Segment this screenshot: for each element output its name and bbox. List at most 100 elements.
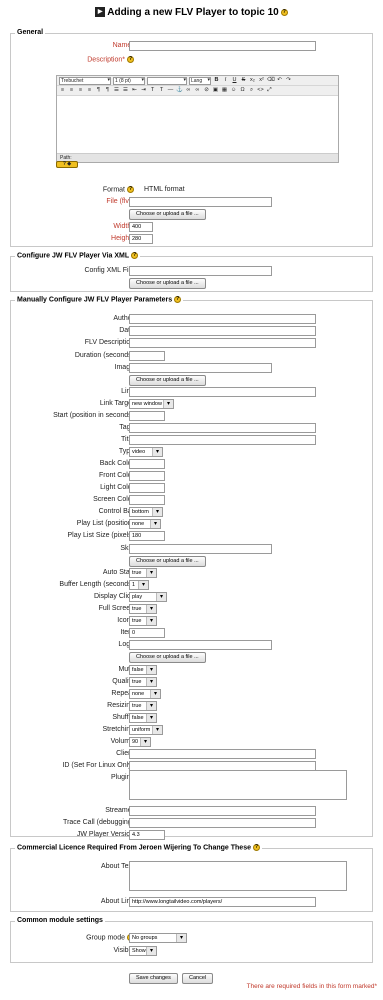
underline-icon[interactable]: U — [231, 77, 238, 84]
cancel-button[interactable]: Cancel — [182, 973, 214, 984]
play-list-size-input[interactable]: 180 — [129, 531, 165, 541]
rtl-icon[interactable]: ¶ — [104, 87, 111, 94]
name-input[interactable] — [129, 41, 316, 51]
jw-version-input[interactable]: 4.3 — [129, 830, 165, 840]
help-icon[interactable]: ? — [252, 844, 260, 851]
quality-select[interactable]: true — [129, 677, 157, 687]
config-xml-input[interactable] — [129, 266, 272, 276]
fullscreen-icon[interactable]: ⤢ — [266, 87, 273, 94]
icons-select[interactable]: true — [129, 616, 157, 626]
back-color-input[interactable] — [129, 459, 165, 469]
ltr-icon[interactable]: ¶ — [95, 87, 102, 94]
tags-input[interactable] — [129, 423, 316, 433]
logo-input[interactable] — [129, 640, 272, 650]
size-select[interactable]: 1 (8 pt) — [113, 76, 145, 85]
bold-icon[interactable]: B — [213, 77, 220, 84]
ordered-list-icon[interactable]: ☰ — [113, 87, 120, 94]
choose-file-button[interactable]: Choose or upload a file ... — [129, 209, 206, 220]
front-color-input[interactable] — [129, 471, 165, 481]
special-char-icon[interactable]: Ω — [239, 87, 246, 94]
choose-image-button[interactable]: Choose or upload a file ... — [129, 375, 206, 386]
play-list-position-select[interactable]: none — [129, 519, 161, 529]
stretching-select[interactable]: uniform — [129, 725, 163, 735]
volume-select[interactable]: 90 — [129, 737, 151, 747]
clean-icon[interactable]: ⌫ — [267, 77, 275, 84]
item-input[interactable]: 0 — [129, 628, 165, 638]
screen-color-input[interactable] — [129, 495, 165, 505]
choose-xml-button[interactable]: Choose or upload a file ... — [129, 278, 206, 289]
link-icon[interactable]: ∞ — [185, 87, 192, 94]
table-icon[interactable]: ▦ — [221, 87, 228, 94]
start-input[interactable] — [129, 411, 165, 421]
strikethrough-icon[interactable]: S — [240, 77, 247, 84]
link-input[interactable] — [129, 387, 316, 397]
bullet-list-icon[interactable]: ☰ — [122, 87, 129, 94]
search-icon[interactable]: ⌕ — [248, 87, 255, 94]
duration-input[interactable] — [129, 351, 165, 361]
resizing-select[interactable]: true — [129, 701, 157, 711]
repeat-select[interactable]: none — [129, 689, 161, 699]
title-input[interactable] — [129, 435, 316, 445]
group-mode-select[interactable]: No groups — [129, 933, 187, 943]
nolink-icon[interactable]: ⊘ — [203, 87, 210, 94]
help-icon[interactable]: ? — [127, 56, 134, 63]
smiley-icon[interactable]: ☺ — [230, 87, 237, 94]
display-click-select[interactable]: play — [129, 592, 167, 602]
shuffle-select[interactable]: false — [129, 713, 157, 723]
auto-start-select[interactable]: true — [129, 568, 157, 578]
unlink-icon[interactable]: ∞ — [194, 87, 201, 94]
align-right-icon[interactable]: ≡ — [77, 87, 84, 94]
italic-icon[interactable]: I — [222, 77, 229, 84]
indent-icon[interactable]: ⇥ — [140, 87, 147, 94]
help-hint-icon[interactable]: ? ◆ — [56, 161, 78, 168]
date-input[interactable] — [129, 326, 316, 336]
undo-icon[interactable]: ↶ — [276, 77, 283, 84]
align-center-icon[interactable]: ≡ — [68, 87, 75, 94]
font-select[interactable]: Trebuchet — [59, 76, 111, 85]
style-select[interactable] — [147, 76, 187, 85]
help-icon[interactable]: ? — [280, 8, 288, 16]
type-select[interactable]: video — [129, 447, 163, 457]
full-screen-select[interactable]: true — [129, 604, 157, 614]
author-input[interactable] — [129, 314, 316, 324]
editor-area[interactable] — [57, 96, 338, 154]
width-input[interactable]: 400 — [129, 222, 153, 232]
light-color-input[interactable] — [129, 483, 165, 493]
hr-icon[interactable]: — — [167, 87, 174, 94]
redo-icon[interactable]: ↷ — [285, 77, 292, 84]
buffer-length-select[interactable]: 1 — [129, 580, 149, 590]
control-bar-select[interactable]: bottom — [129, 507, 163, 517]
about-link-input[interactable]: http://www.longtailvideo.com/players/ — [129, 897, 316, 907]
file-input[interactable] — [129, 197, 272, 207]
html-source-icon[interactable]: <> — [257, 87, 264, 94]
about-text-textarea[interactable] — [129, 861, 347, 891]
streamer-input[interactable] — [129, 806, 316, 816]
skin-input[interactable] — [129, 544, 272, 554]
mute-select[interactable]: false — [129, 665, 157, 675]
anchor-icon[interactable]: ⚓ — [176, 87, 183, 94]
subscript-icon[interactable]: x₂ — [249, 77, 256, 84]
text-color-icon[interactable]: T — [149, 87, 156, 94]
height-input[interactable]: 280 — [129, 234, 153, 244]
help-icon[interactable]: ? — [127, 186, 134, 193]
justify-icon[interactable]: ≡ — [86, 87, 93, 94]
image-input[interactable] — [129, 363, 272, 373]
help-icon[interactable]: ? — [174, 296, 182, 303]
outdent-icon[interactable]: ⇤ — [131, 87, 138, 94]
help-icon[interactable]: ? — [131, 252, 139, 259]
image-icon[interactable]: ▣ — [212, 87, 219, 94]
lang-select[interactable]: Lang — [189, 76, 211, 85]
link-target-select[interactable]: new window — [129, 399, 174, 409]
save-changes-button[interactable]: Save changes — [129, 973, 178, 984]
description-editor[interactable]: Trebuchet 1 (8 pt) Lang B I U S x₂ x² ⌫ … — [56, 75, 339, 163]
superscript-icon[interactable]: x² — [258, 77, 265, 84]
client-input[interactable] — [129, 749, 316, 759]
choose-logo-button[interactable]: Choose or upload a file ... — [129, 652, 206, 663]
flv-description-input[interactable] — [129, 338, 316, 348]
align-left-icon[interactable]: ≡ — [59, 87, 66, 94]
plugins-textarea[interactable] — [129, 770, 347, 800]
visible-select[interactable]: Show — [129, 946, 157, 956]
bg-color-icon[interactable]: T — [158, 87, 165, 94]
choose-skin-button[interactable]: Choose or upload a file ... — [129, 556, 206, 567]
trace-call-input[interactable] — [129, 818, 316, 828]
